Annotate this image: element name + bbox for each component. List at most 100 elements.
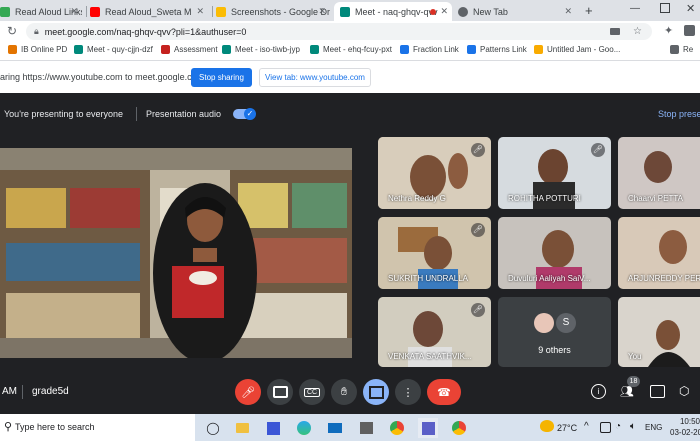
participant-tile[interactable]: Chaarvi PETTA [618, 137, 700, 209]
weather-icon[interactable] [540, 420, 554, 432]
meeting-name: grade5d [32, 386, 69, 397]
mic-off-icon: 🎤︎ [241, 386, 255, 399]
more-vert-icon: ⋮ [402, 386, 414, 399]
others-tile[interactable]: S 9 others [498, 297, 611, 367]
folder-icon [670, 45, 679, 54]
lock-icon: 🔒︎ [34, 26, 39, 36]
bookmark-meet-ehq[interactable]: Meet - ehq-fcuy-pxt [310, 45, 392, 54]
participant-tile[interactable]: 🎤︎ VENKATA SAATHVIK... [378, 297, 491, 367]
participant-name: VENKATA SAATHVIK... [388, 352, 472, 361]
mic-toggle-button[interactable]: 🎤︎ [235, 379, 261, 405]
tab-meet[interactable]: Meet - naq-ghqv-qvv ✕ [334, 2, 452, 21]
bookmark-label: Assessment [174, 45, 218, 54]
more-options-button[interactable]: ⋮ [395, 379, 421, 405]
google-drive-icon [216, 6, 226, 17]
language-indicator[interactable]: ENG [645, 423, 662, 432]
store-icon[interactable] [356, 418, 376, 438]
camera-toggle-button[interactable] [267, 379, 293, 405]
mail-icon[interactable] [325, 418, 345, 438]
participant-name: ARJUNREDDY PERI [628, 274, 700, 283]
close-icon[interactable]: ✕ [318, 6, 326, 17]
bookmark-assessment[interactable]: Assessment [161, 45, 218, 54]
youtube-icon [90, 6, 100, 17]
presentation-audio-toggle[interactable]: ✓ [233, 108, 256, 120]
bookmark-overflow[interactable]: Re [670, 45, 693, 54]
teams-icon[interactable] [418, 418, 438, 438]
mic-off-icon: 🎤︎ [591, 143, 605, 157]
participant-tile[interactable]: 🎤︎ SUKRITH UNDRALLA [378, 217, 491, 289]
raise-hand-button[interactable]: ✋︎ [331, 379, 357, 405]
close-window-icon[interactable]: ✕ [686, 2, 695, 15]
task-view-icon[interactable]: ◯ [203, 418, 223, 438]
sheets-icon [0, 6, 10, 17]
profile-icon[interactable] [684, 25, 695, 36]
tab-title: Read Aloud_Sweta M [105, 6, 192, 17]
globe-icon [458, 6, 468, 17]
temperature[interactable]: 27°C [557, 423, 577, 433]
participant-tile[interactable]: 🎤︎ ROHITHA POTTURI [498, 137, 611, 209]
bookmark-meet-quy[interactable]: Meet - quy-cjjn-dzf [74, 45, 153, 54]
bookmark-untitled-jam[interactable]: Untitled Jam - Goo... [534, 45, 620, 54]
taskbar-search-box[interactable]: ⚲ Type here to search [0, 414, 195, 441]
bookmark-label: Untitled Jam - Goo... [547, 45, 621, 54]
activities-icon[interactable]: ⬡ [679, 384, 689, 398]
bookmark-fraction-link[interactable]: Fraction Link [400, 45, 459, 54]
windows-taskbar: ⚲ Type here to search ◯ 27°C ^ ◔ 🔈︎ ENG … [0, 414, 700, 441]
chrome-icon[interactable] [387, 418, 407, 438]
chat-icon[interactable] [650, 385, 665, 398]
google-meet-icon [340, 6, 350, 17]
tab-new-tab[interactable]: New Tab ✕ [458, 2, 576, 21]
edge-icon[interactable] [294, 418, 314, 438]
tab-screenshots-drive[interactable]: Screenshots - Google Dri ✕ [216, 2, 330, 21]
volume-icon[interactable]: 🔈︎ [630, 421, 636, 432]
bookmark-ib-online-pd[interactable]: IB Online PD [8, 45, 67, 54]
bookmark-label: Meet - ehq-fcuy-pxt [323, 45, 392, 54]
present-now-button[interactable] [363, 379, 389, 405]
participant-tile[interactable]: ARJUNREDDY PERI [618, 217, 700, 289]
file-explorer-icon[interactable] [232, 418, 252, 438]
close-icon[interactable]: ✕ [440, 6, 448, 17]
system-clock[interactable]: 10:50 03-02-20 [670, 417, 700, 437]
stop-sharing-button[interactable]: Stop sharing [191, 68, 252, 87]
present-icon [368, 385, 384, 399]
phone-hangup-icon: ☎︎ [437, 386, 451, 399]
tab-read-aloud-links[interactable]: Read Aloud Links - G ✕ [0, 2, 82, 21]
presentation-audio-label: Presentation audio [146, 109, 222, 119]
close-icon[interactable]: ✕ [196, 6, 204, 17]
url-text[interactable]: meet.google.com/naq-ghqv-qvv?pli=1&authu… [45, 27, 247, 37]
tab-title: Screenshots - Google Dri [231, 6, 330, 17]
pen-app-icon[interactable] [263, 418, 283, 438]
self-view-tile[interactable]: You [618, 297, 700, 367]
bookmark-meet-iso[interactable]: Meet - iso-tiwb-jyp [222, 45, 300, 54]
camera-icon[interactable] [610, 28, 620, 35]
captions-button[interactable]: CC [299, 379, 325, 405]
minimize-icon[interactable]: — [630, 3, 640, 14]
participant-tile[interactable]: 🎤︎ Nethra Reddy G [378, 137, 491, 209]
chevron-up-icon[interactable]: ^ [584, 421, 589, 432]
stop-presenting-button[interactable]: Stop prese [658, 109, 700, 119]
avatar-initial: S [556, 313, 576, 333]
maximize-icon[interactable] [660, 3, 670, 13]
network-icon[interactable] [600, 422, 611, 433]
close-icon[interactable]: ✕ [70, 6, 78, 17]
info-icon[interactable]: i [591, 384, 606, 399]
tab-read-aloud-sweta[interactable]: Read Aloud_Sweta M ✕ [90, 2, 208, 21]
others-count-label: 9 others [538, 345, 571, 355]
tab-sharing-bar: aring https://www.youtube.com to meet.go… [0, 61, 700, 93]
extensions-icon[interactable]: ✦ [664, 24, 673, 37]
leave-call-button[interactable]: ☎︎ [427, 379, 461, 405]
bookmark-icon [8, 45, 17, 54]
star-icon[interactable]: ☆ [633, 26, 642, 37]
bookmark-patterns-link[interactable]: Patterns Link [467, 45, 527, 54]
view-tab-button[interactable]: View tab: www.youtube.com [259, 68, 371, 87]
new-tab-button[interactable]: + [585, 3, 593, 18]
chrome-profile-icon[interactable] [449, 418, 469, 438]
participant-tile[interactable]: Duvuluri Aaliyah SaiV... [498, 217, 611, 289]
close-icon[interactable]: ✕ [564, 6, 572, 17]
reload-icon[interactable]: ↻ [7, 24, 17, 38]
wifi-icon[interactable]: ◔ [615, 421, 621, 432]
bookmarks-bar: IB Online PD Meet - quy-cjjn-dzf Assessm… [0, 42, 700, 61]
mic-off-icon: 🎤︎ [471, 143, 485, 157]
address-bar[interactable]: 🔒︎ meet.google.com/naq-ghqv-qvv?pli=1&au… [26, 23, 652, 40]
presenting-banner: You're presenting to everyone [4, 109, 123, 119]
